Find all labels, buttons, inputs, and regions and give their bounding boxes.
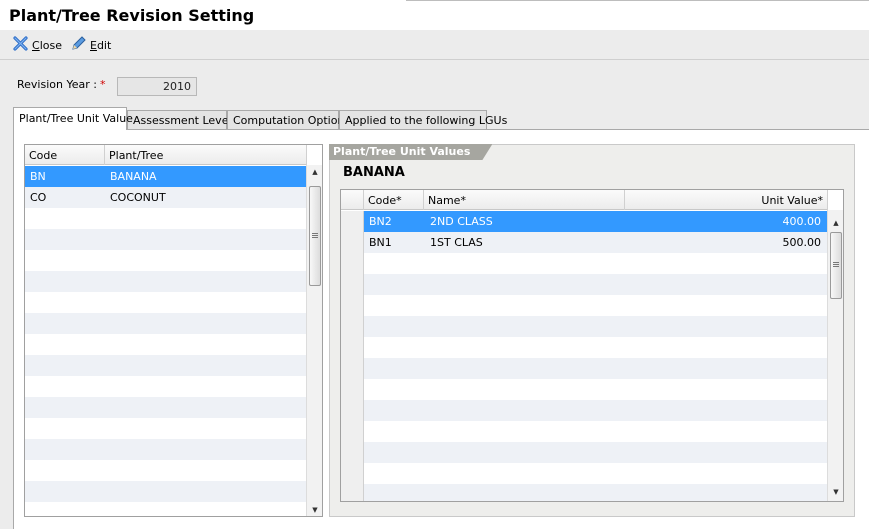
column-header-name[interactable]: Name* — [424, 190, 625, 210]
scroll-up-icon[interactable]: ▲ — [828, 216, 843, 230]
toolbar: Close Edit — [0, 30, 869, 60]
table-row[interactable]: BN1 1ST CLAS 500.00 — [341, 232, 827, 253]
row-header[interactable] — [341, 232, 364, 253]
table-row[interactable]: BN2 2ND CLASS 400.00 — [341, 211, 827, 232]
empty-row — [341, 379, 827, 400]
row-header[interactable] — [341, 274, 364, 295]
empty-row — [25, 376, 306, 397]
plant-tree-grid[interactable]: Code Plant/Tree BN BANANA CO COCONUT ▲ ▼ — [24, 144, 323, 517]
tab-assessment-levels[interactable]: Assessment Levels — [127, 110, 237, 129]
column-header-code[interactable]: Code* — [364, 190, 424, 210]
row-header[interactable] — [341, 400, 364, 421]
unit-values-group-title: Plant/Tree Unit Values — [329, 144, 492, 160]
empty-row — [25, 355, 306, 376]
empty-row — [341, 442, 827, 463]
cell-code: BN1 — [369, 236, 392, 249]
tab-applied-lgus[interactable]: Applied to the following LGUs — [339, 110, 507, 129]
empty-row — [25, 502, 306, 516]
selected-plant-name: BANANA — [343, 165, 405, 180]
row-header[interactable] — [341, 337, 364, 358]
empty-row — [341, 295, 827, 316]
row-header-corner — [341, 190, 364, 210]
table-row[interactable]: CO COCONUT — [25, 187, 306, 208]
empty-row — [25, 271, 306, 292]
vertical-scrollbar[interactable]: ▲ ▼ — [306, 165, 322, 516]
empty-row — [25, 481, 306, 502]
row-header[interactable] — [341, 358, 364, 379]
empty-row — [25, 250, 306, 271]
empty-row — [25, 460, 306, 481]
cell-unit-value: 500.00 — [782, 236, 822, 249]
unit-values-grid[interactable]: Code* Name* Unit Value* BN2 2ND CLASS 400.… — [340, 189, 844, 502]
cell-unit-value: 400.00 — [782, 215, 822, 228]
empty-row — [25, 292, 306, 313]
empty-row — [341, 421, 827, 442]
cell-plant-tree: COCONUT — [110, 191, 166, 204]
cell-plant-tree: BANANA — [110, 170, 157, 183]
column-header-plant-tree[interactable]: Plant/Tree — [105, 145, 307, 165]
scroll-up-icon[interactable]: ▲ — [307, 165, 322, 179]
cell-code: BN — [30, 170, 46, 183]
empty-row — [341, 463, 827, 484]
close-button[interactable]: Close — [12, 35, 62, 55]
row-header[interactable] — [341, 316, 364, 337]
cell-code: CO — [30, 191, 47, 204]
revision-year-label: Revision Year : * — [17, 78, 106, 91]
row-header[interactable] — [341, 421, 364, 442]
empty-row — [341, 253, 827, 274]
row-header[interactable] — [341, 211, 364, 232]
scroll-thumb[interactable] — [309, 186, 321, 286]
empty-row — [25, 229, 306, 250]
edit-button-label: Edit — [90, 38, 112, 52]
row-header[interactable] — [341, 484, 364, 501]
row-header[interactable] — [341, 295, 364, 316]
grid-header: Code* Name* Unit Value* — [341, 190, 828, 210]
row-header[interactable] — [341, 253, 364, 274]
scroll-down-icon[interactable]: ▼ — [307, 503, 322, 516]
required-marker: * — [99, 78, 106, 91]
empty-row — [341, 484, 827, 501]
edit-button[interactable]: Edit — [70, 35, 111, 55]
empty-row — [341, 274, 827, 295]
column-header-unit-value[interactable]: Unit Value* — [625, 190, 828, 210]
tab-computation-options[interactable]: Computation Options — [227, 110, 350, 129]
empty-row — [341, 400, 827, 421]
vertical-scrollbar[interactable]: ▲ ▼ — [827, 210, 843, 501]
scroll-thumb[interactable] — [830, 232, 842, 299]
revision-year-field[interactable]: 2010 — [117, 77, 197, 96]
cell-name: 2ND CLASS — [430, 215, 493, 228]
empty-row — [25, 334, 306, 355]
empty-row — [341, 316, 827, 337]
empty-row — [341, 337, 827, 358]
scroll-down-icon[interactable]: ▼ — [828, 485, 843, 499]
row-header[interactable] — [341, 379, 364, 400]
empty-row — [25, 313, 306, 334]
pencil-icon — [70, 35, 87, 55]
page-title: Plant/Tree Revision Setting — [9, 6, 255, 25]
empty-row — [25, 418, 306, 439]
tab-plant-tree-unit-value[interactable]: Plant/Tree Unit Value — [13, 107, 133, 130]
table-row[interactable]: BN BANANA — [25, 166, 306, 187]
close-icon — [12, 35, 29, 55]
row-header[interactable] — [341, 442, 364, 463]
cell-name: 1ST CLAS — [430, 236, 483, 249]
row-header[interactable] — [341, 463, 364, 484]
close-button-label: Close — [32, 38, 62, 52]
empty-row — [25, 208, 306, 229]
empty-row — [25, 397, 306, 418]
cell-code: BN2 — [369, 215, 392, 228]
empty-row — [341, 358, 827, 379]
column-header-code[interactable]: Code — [25, 145, 105, 165]
empty-row — [25, 439, 306, 460]
grid-header: Code Plant/Tree — [25, 145, 307, 165]
